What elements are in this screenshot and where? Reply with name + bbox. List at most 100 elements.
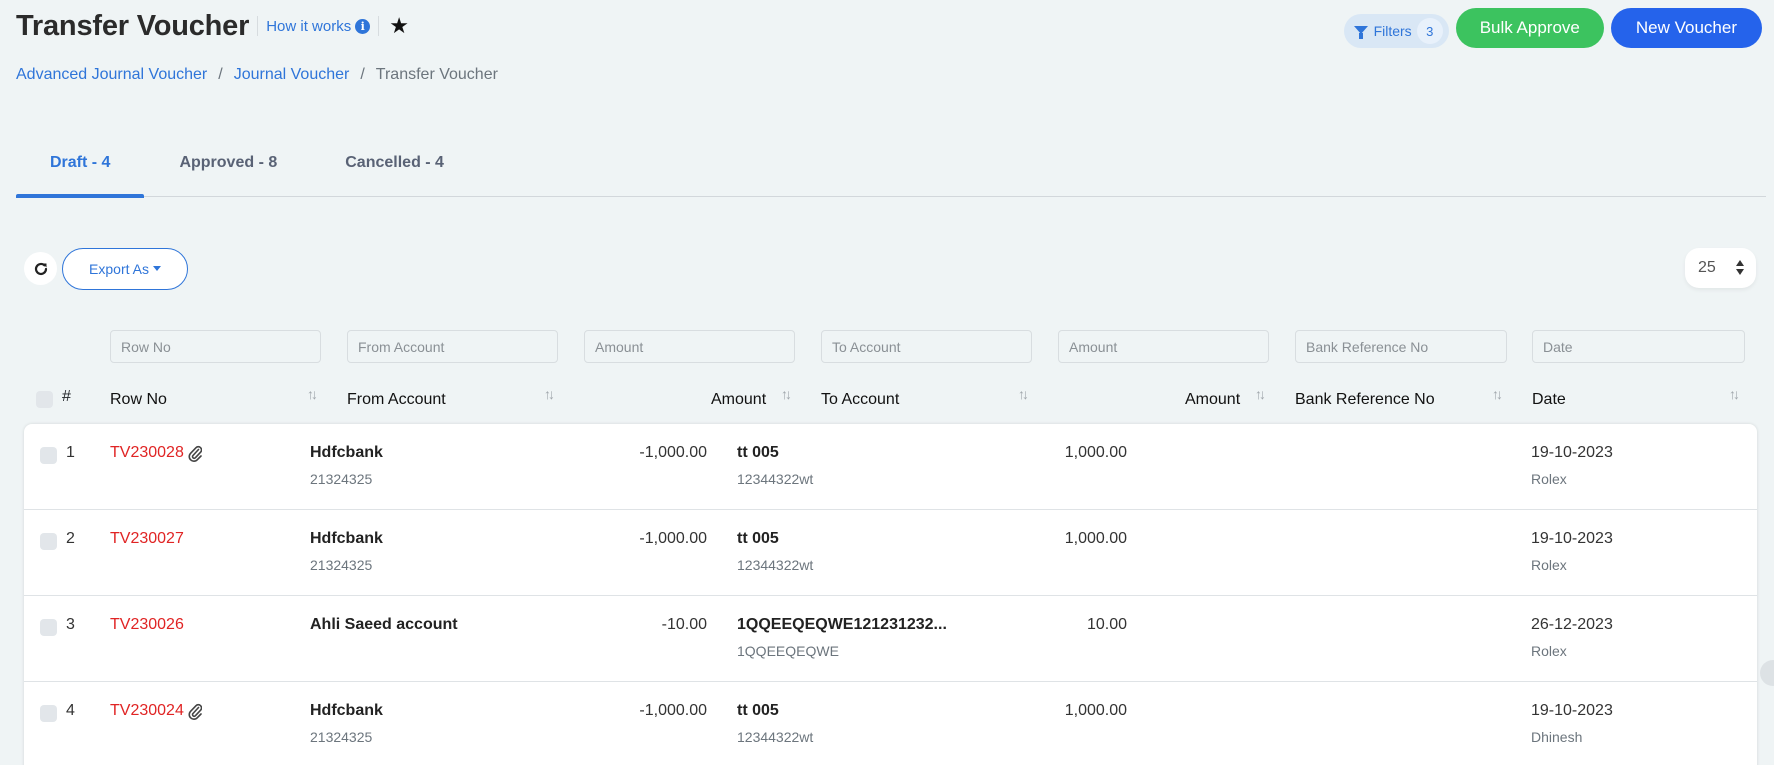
created-by-user: Rolex [1531, 471, 1567, 487]
bank-ref-filter-input[interactable] [1295, 330, 1507, 363]
select-all-checkbox[interactable] [36, 391, 53, 408]
status-tabs: Draft - 4 Approved - 8 Cancelled - 4 [16, 136, 1766, 198]
export-as-dropdown[interactable]: Export As [62, 248, 188, 290]
refresh-icon [34, 262, 47, 275]
row-checkbox[interactable] [40, 619, 57, 636]
column-header-from-account[interactable]: From Account [347, 388, 446, 412]
column-header-from-amount[interactable]: Amount [711, 388, 766, 412]
created-by-user: Dhinesh [1531, 729, 1583, 745]
to-account-name: 1QQEEQEQWE121231232... [737, 616, 947, 633]
divider [257, 16, 259, 36]
voucher-date: 19-10-2023 [1531, 444, 1613, 461]
sort-arrows-icon[interactable]: ↑↓ [1255, 386, 1266, 402]
breadcrumb-journal-voucher[interactable]: Journal Voucher [234, 66, 350, 84]
to-account-code: 12344322wt [737, 729, 814, 745]
tab-approved[interactable]: Approved - 8 [144, 136, 311, 197]
created-by-user: Rolex [1531, 643, 1567, 659]
from-account-code: 21324325 [310, 729, 373, 745]
to-account-name: tt 005 [737, 444, 779, 461]
row-index: 2 [66, 530, 75, 547]
tab-cancelled[interactable]: Cancelled - 4 [311, 136, 478, 197]
caret-down-icon [152, 265, 161, 271]
to-account-name: tt 005 [737, 702, 779, 719]
voucher-date: 19-10-2023 [1531, 702, 1613, 719]
voucher-number: TV230024 [110, 702, 184, 719]
how-it-works-link[interactable]: How it works i [266, 17, 371, 35]
row-no-filter-input[interactable] [110, 330, 321, 363]
breadcrumb-separator: / [360, 66, 365, 83]
breadcrumb-current: Transfer Voucher [375, 66, 498, 83]
filters-button[interactable]: Filters 3 [1343, 14, 1449, 48]
column-header-index: # [62, 388, 71, 405]
from-account-filter-input[interactable] [347, 330, 558, 363]
to-account-code: 1QQEEQEQWE [737, 643, 839, 659]
voucher-number-link[interactable]: TV230028 [110, 444, 202, 462]
breadcrumb-advanced-journal-voucher[interactable]: Advanced Journal Voucher [16, 66, 207, 84]
breadcrumb-separator: / [218, 66, 223, 83]
from-account-name: Hdfcbank [310, 530, 383, 547]
to-amount: 1,000.00 [1064, 444, 1127, 461]
from-account-name: Ahli Saeed account [310, 616, 458, 633]
to-account-code: 12344322wt [737, 557, 814, 573]
column-header-bank-ref[interactable]: Bank Reference No [1295, 388, 1435, 412]
voucher-number: TV230026 [110, 616, 184, 633]
page-size-select[interactable]: 25 [1685, 248, 1756, 288]
sort-arrows-icon[interactable]: ↑↓ [1018, 386, 1029, 402]
refresh-button[interactable] [24, 252, 57, 285]
header-actions: Filters 3 Bulk Approve New Voucher [1343, 8, 1762, 48]
sort-arrows-icon[interactable]: ↑↓ [544, 386, 555, 402]
sort-arrows-icon[interactable]: ↑↓ [1729, 386, 1740, 402]
from-amount-filter-input[interactable] [584, 330, 795, 363]
sort-arrows-icon[interactable]: ↑↓ [307, 386, 318, 402]
to-amount: 1,000.00 [1064, 530, 1127, 547]
created-by-user: Rolex [1531, 557, 1567, 573]
date-filter-input[interactable] [1532, 330, 1745, 363]
from-amount: -1,000.00 [639, 702, 707, 719]
to-account-code: 12344322wt [737, 471, 814, 487]
row-checkbox[interactable] [40, 447, 57, 464]
from-account-code: 21324325 [310, 557, 373, 573]
to-account-name: tt 005 [737, 530, 779, 547]
row-checkbox[interactable] [40, 705, 57, 722]
divider [378, 16, 380, 36]
column-header-row-no[interactable]: Row No [110, 388, 167, 412]
attachment-paperclip-icon [188, 703, 202, 720]
column-header-date[interactable]: Date [1532, 388, 1566, 412]
scroll-handle[interactable] [1760, 660, 1774, 686]
voucher-date: 19-10-2023 [1531, 530, 1613, 547]
voucher-number-link[interactable]: TV230026 [110, 616, 184, 634]
table-row[interactable]: 2 TV230027 Hdfcbank 21324325 -1,000.00 t… [24, 510, 1757, 596]
tab-draft[interactable]: Draft - 4 [16, 136, 145, 198]
new-voucher-button[interactable]: New Voucher [1610, 8, 1762, 48]
from-amount: -1,000.00 [639, 444, 707, 461]
page-header: Transfer Voucher How it works i ★ [16, 6, 409, 46]
from-account-name: Hdfcbank [310, 702, 383, 719]
bulk-approve-button[interactable]: Bulk Approve [1455, 8, 1604, 48]
row-checkbox[interactable] [40, 533, 57, 550]
sort-arrows-icon[interactable]: ↑↓ [1492, 386, 1503, 402]
export-as-label: Export As [89, 261, 149, 277]
column-header-to-account[interactable]: To Account [821, 388, 899, 412]
attachment-paperclip-icon [188, 445, 202, 462]
row-index: 3 [66, 616, 75, 633]
voucher-number-link[interactable]: TV230024 [110, 702, 202, 720]
voucher-date: 26-12-2023 [1531, 616, 1613, 633]
voucher-number-link[interactable]: TV230027 [110, 530, 184, 548]
voucher-table: 1 TV230028 Hdfcbank 21324325 -1,000.00 t… [24, 424, 1757, 765]
table-row[interactable]: 4 TV230024 Hdfcbank 21324325 -1,000.00 t… [24, 682, 1757, 765]
page-size-value: 25 [1698, 259, 1716, 276]
star-icon[interactable]: ★ [389, 15, 409, 37]
filters-label: Filters [1373, 23, 1412, 39]
to-account-filter-input[interactable] [821, 330, 1032, 363]
filter-funnel-icon [1353, 26, 1368, 39]
sort-arrows-icon[interactable]: ↑↓ [781, 386, 792, 402]
column-header-to-amount[interactable]: Amount [1185, 388, 1240, 412]
row-index: 1 [66, 444, 75, 461]
to-amount-filter-input[interactable] [1058, 330, 1269, 363]
how-it-works-label: How it works [266, 17, 352, 35]
to-amount: 1,000.00 [1064, 702, 1127, 719]
from-amount: -10.00 [661, 616, 707, 633]
table-row[interactable]: 1 TV230028 Hdfcbank 21324325 -1,000.00 t… [24, 424, 1757, 510]
table-row[interactable]: 3 TV230026 Ahli Saeed account -10.00 1QQ… [24, 596, 1757, 682]
voucher-number: TV230028 [110, 444, 184, 461]
